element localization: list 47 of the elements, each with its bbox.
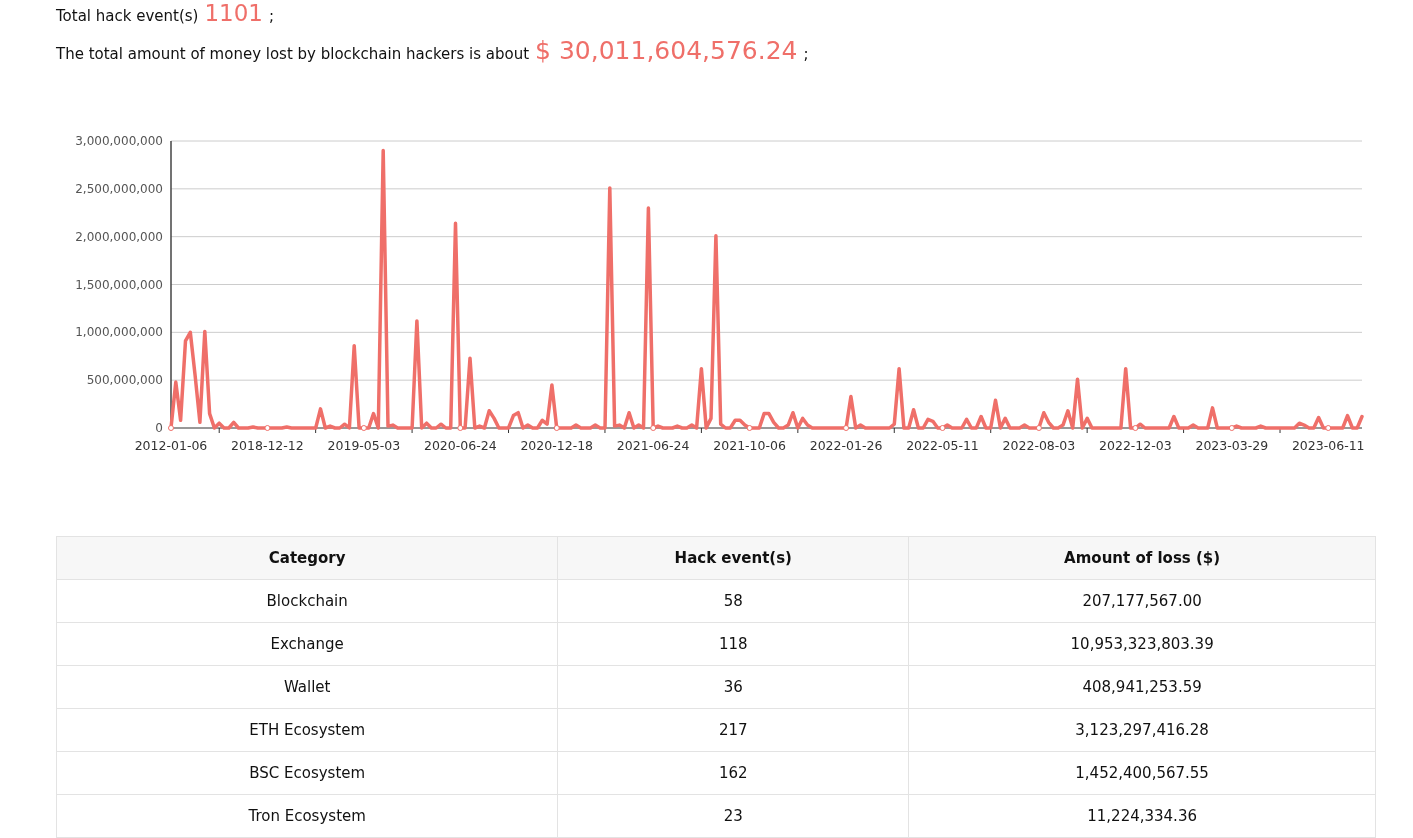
summary-end: ; [803,45,809,63]
y-axis-label: 1,500,000,000 [75,277,163,292]
summary-value: 1101 [204,0,263,26]
table-cell: 207,177,567.00 [908,579,1376,623]
table-cell: Wallet [56,665,558,709]
table-cell: Exchange [56,622,558,666]
summary-label: Total hack event(s) [56,7,199,25]
x-axis-label: 2023-03-29 [1195,438,1269,453]
table-cell: 162 [557,751,909,795]
x-axis-label: 2020-06-24 [424,438,497,453]
x-axis-label: 2021-06-24 [616,438,690,453]
summary-value: $ 30,011,604,576.24 [535,36,798,65]
x-axis-label: 2019-05-03 [327,438,401,453]
y-axis-label: 500,000,000 [86,373,163,388]
y-axis-label: 0 [155,421,163,435]
summary-label: The total amount of money lost by blockchain hackers is about [56,45,530,63]
table-cell: 23 [557,794,909,838]
table-cell: 36 [557,665,909,709]
table-cell: 118 [557,622,909,666]
summary-end: ; [269,7,275,25]
y-axis-label: 2,000,000,000 [75,229,163,244]
table-cell: 10,953,323,803.39 [908,622,1376,666]
table-cell: 217 [557,708,909,752]
y-axis-label: 2,500,000,000 [75,181,163,196]
x-axis-label: 2020-12-18 [520,438,594,453]
x-axis-label: 2022-08-03 [1002,438,1076,453]
x-axis-label: 2021-10-06 [713,438,786,453]
x-axis-label: 2022-12-03 [1099,438,1172,453]
x-axis-label: 2012-01-06 [134,438,208,453]
x-axis-label: 2018-12-12 [231,438,304,453]
table-cell: BSC Ecosystem [56,751,558,795]
table-cell: Tron Ecosystem [56,794,558,838]
column-header: Hack event(s) [557,536,909,580]
table-cell: 3,123,297,416.28 [908,708,1376,752]
column-header: Category [56,536,558,580]
table-cell: 11,224,334.36 [908,794,1376,838]
table-cell: 1,452,400,567.55 [908,751,1376,795]
table-cell: 408,941,253.59 [908,665,1376,709]
y-axis-label: 3,000,000,000 [75,134,163,148]
x-axis-label: 2023-06-11 [1291,438,1365,453]
column-header: Amount of loss ($) [908,536,1376,580]
x-axis-label: 2022-05-11 [906,438,979,453]
y-axis-label: 1,000,000,000 [75,325,163,340]
table-cell: 58 [557,579,909,623]
table-cell: Blockchain [56,579,558,623]
table-cell: ETH Ecosystem [56,708,558,752]
x-axis-label: 2022-01-26 [809,438,883,453]
